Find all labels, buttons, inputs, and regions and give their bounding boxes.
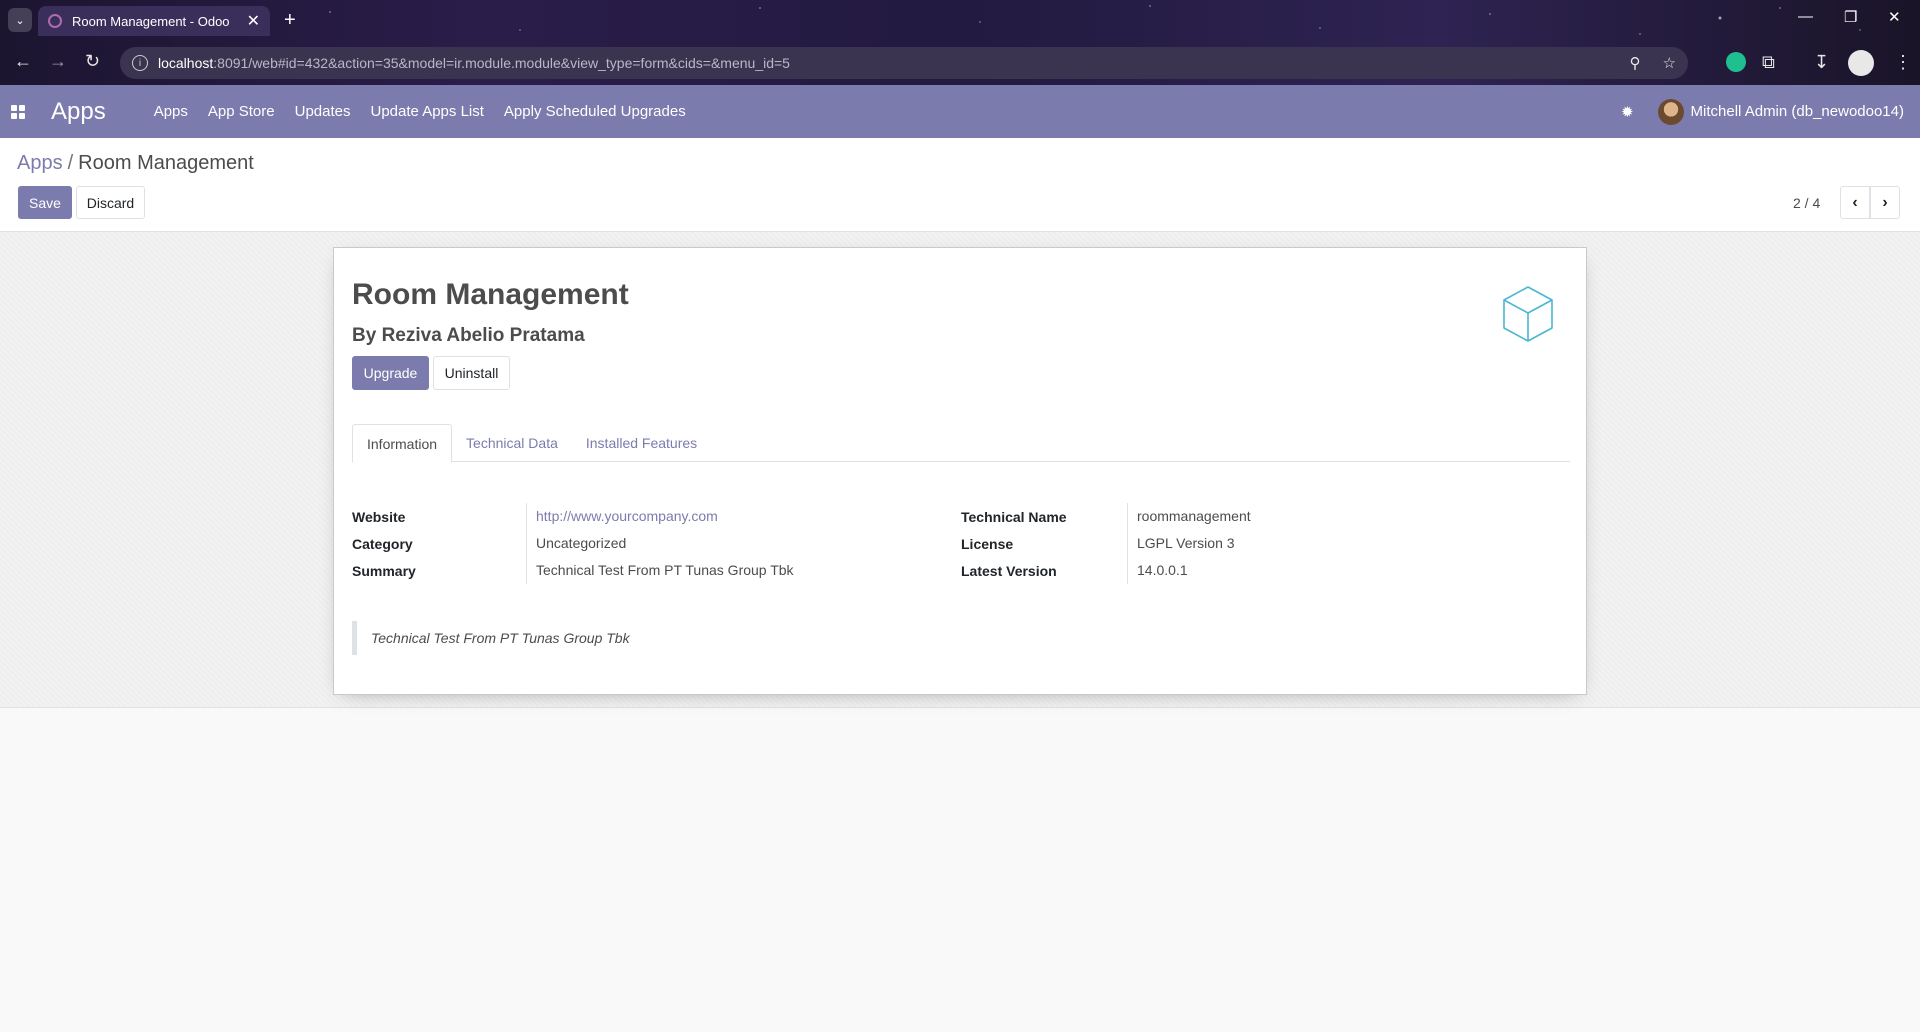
address-bar[interactable]: i localhost:8091/web#id=432&action=35&mo… [120,47,1688,79]
field-row-technical-name: Technical Name roommanagement [961,503,1251,530]
tab-installed-features[interactable]: Installed Features [572,424,711,461]
license-value: LGPL Version 3 [1127,530,1235,557]
field-row-latest-version: Latest Version 14.0.0.1 [961,557,1251,584]
breadcrumb: Apps / Room Management [17,152,254,175]
breadcrumb-apps[interactable]: Apps [17,152,63,174]
menu-item-apply-scheduled-upgrades[interactable]: Apply Scheduled Upgrades [494,85,696,138]
pager-previous-button[interactable]: ‹ [1840,186,1870,219]
forward-icon[interactable]: → [49,50,67,72]
technical-name-value: roommanagement [1127,503,1251,530]
url-host: localhost [158,55,214,71]
module-cube-icon [1503,286,1553,342]
extension-icon[interactable] [1726,52,1746,72]
pager-value[interactable]: 2 / 4 [1793,195,1820,211]
field-group-right: Technical Name roommanagement License LG… [961,503,1251,584]
minimize-icon[interactable]: — [1798,8,1813,25]
summary-value: Technical Test From PT Tunas Group Tbk [526,557,794,584]
summary-label: Summary [352,562,416,579]
menu-item-update-apps-list[interactable]: Update Apps List [361,85,494,138]
chevron-left-icon: ‹ [1852,193,1858,211]
field-row-license: License LGPL Version 3 [961,530,1251,557]
module-author: By Reziva Abelio Pratama [352,325,585,346]
back-icon[interactable]: ← [14,50,32,72]
main-navbar: Apps Apps App Store Updates Update Apps … [0,85,1920,138]
zoom-icon[interactable]: ⚲ [1630,54,1641,72]
reload-icon[interactable]: ↻ [85,50,100,72]
save-button[interactable]: Save [18,186,72,219]
form-sheet: Room Management By Reziva Abelio Pratama… [333,247,1587,695]
chevron-right-icon: › [1882,193,1888,211]
profile-icon[interactable] [1848,50,1874,76]
new-tab-icon[interactable]: + [284,8,296,32]
url-path: :8091/web#id=432&action=35&model=ir.modu… [213,55,790,71]
menu-item-apps[interactable]: Apps [144,85,198,138]
field-row-website: Website http://www.yourcompany.com [352,503,794,530]
browser-tab[interactable]: Room Management - Odoo ✕ [38,6,270,36]
technical-name-label: Technical Name [961,508,1067,525]
app-menu-grid-icon[interactable] [11,104,25,119]
uninstall-button[interactable]: Uninstall [433,356,510,390]
user-avatar[interactable] [1657,98,1684,125]
window-close-icon[interactable]: ✕ [1888,8,1901,26]
tab-search-dropdown-icon[interactable]: ⌄ [8,8,32,32]
top-menu: Apps App Store Updates Update Apps List … [144,85,696,138]
website-label: Website [352,508,406,525]
restore-icon[interactable]: ❐ [1844,8,1857,26]
odoo-favicon-icon [48,14,62,28]
menu-item-app-store[interactable]: App Store [198,85,285,138]
menu-item-updates[interactable]: Updates [285,85,361,138]
breadcrumb-separator: / [67,152,74,174]
extensions-puzzle-icon[interactable]: ⧉ [1762,52,1782,72]
discard-button[interactable]: Discard [76,186,145,219]
site-info-icon[interactable]: i [132,55,148,71]
category-value: Uncategorized [526,530,626,557]
latest-version-value: 14.0.0.1 [1127,557,1188,584]
control-panel: Apps / Room Management Save Discard 2 / 4 … [0,138,1920,232]
browser-chrome: ⌄ Room Management - Odoo ✕ + — ❐ ✕ ← → ↻… [0,0,1920,85]
latest-version-label: Latest Version [961,562,1057,579]
module-description: Technical Test From PT Tunas Group Tbk [352,621,630,655]
app-brand[interactable]: Apps [51,98,106,126]
notebook-tabs: Information Technical Data Installed Fea… [352,424,1570,463]
tab-technical-data[interactable]: Technical Data [452,424,572,461]
field-group-left: Website http://www.yourcompany.com Categ… [352,503,794,584]
breadcrumb-current: Room Management [78,152,254,174]
debug-bug-icon[interactable]: ✹ [1621,103,1634,121]
download-icon[interactable]: ↧ [1814,52,1834,72]
upgrade-button[interactable]: Upgrade [352,356,429,390]
website-link[interactable]: http://www.yourcompany.com [526,503,718,530]
bookmark-star-icon[interactable]: ☆ [1663,54,1676,72]
license-label: License [961,535,1014,552]
systray: ✹ Mitchell Admin (db_newodoo14) [1621,98,1920,125]
browser-menu-icon[interactable]: ⋮ [1894,52,1914,72]
tab-information[interactable]: Information [352,424,453,463]
tab-close-icon[interactable]: ✕ [247,11,260,31]
field-row-category: Category Uncategorized [352,530,794,557]
browser-tab-title: Room Management - Odoo [72,13,230,29]
form-view: Room Management By Reziva Abelio Pratama… [0,232,1920,708]
category-label: Category [352,535,413,552]
field-row-summary: Summary Technical Test From PT Tunas Gro… [352,557,794,584]
pager-next-button[interactable]: › [1870,186,1900,219]
module-title: Room Management [352,278,629,311]
user-menu[interactable]: Mitchell Admin (db_newodoo14) [1691,103,1904,120]
